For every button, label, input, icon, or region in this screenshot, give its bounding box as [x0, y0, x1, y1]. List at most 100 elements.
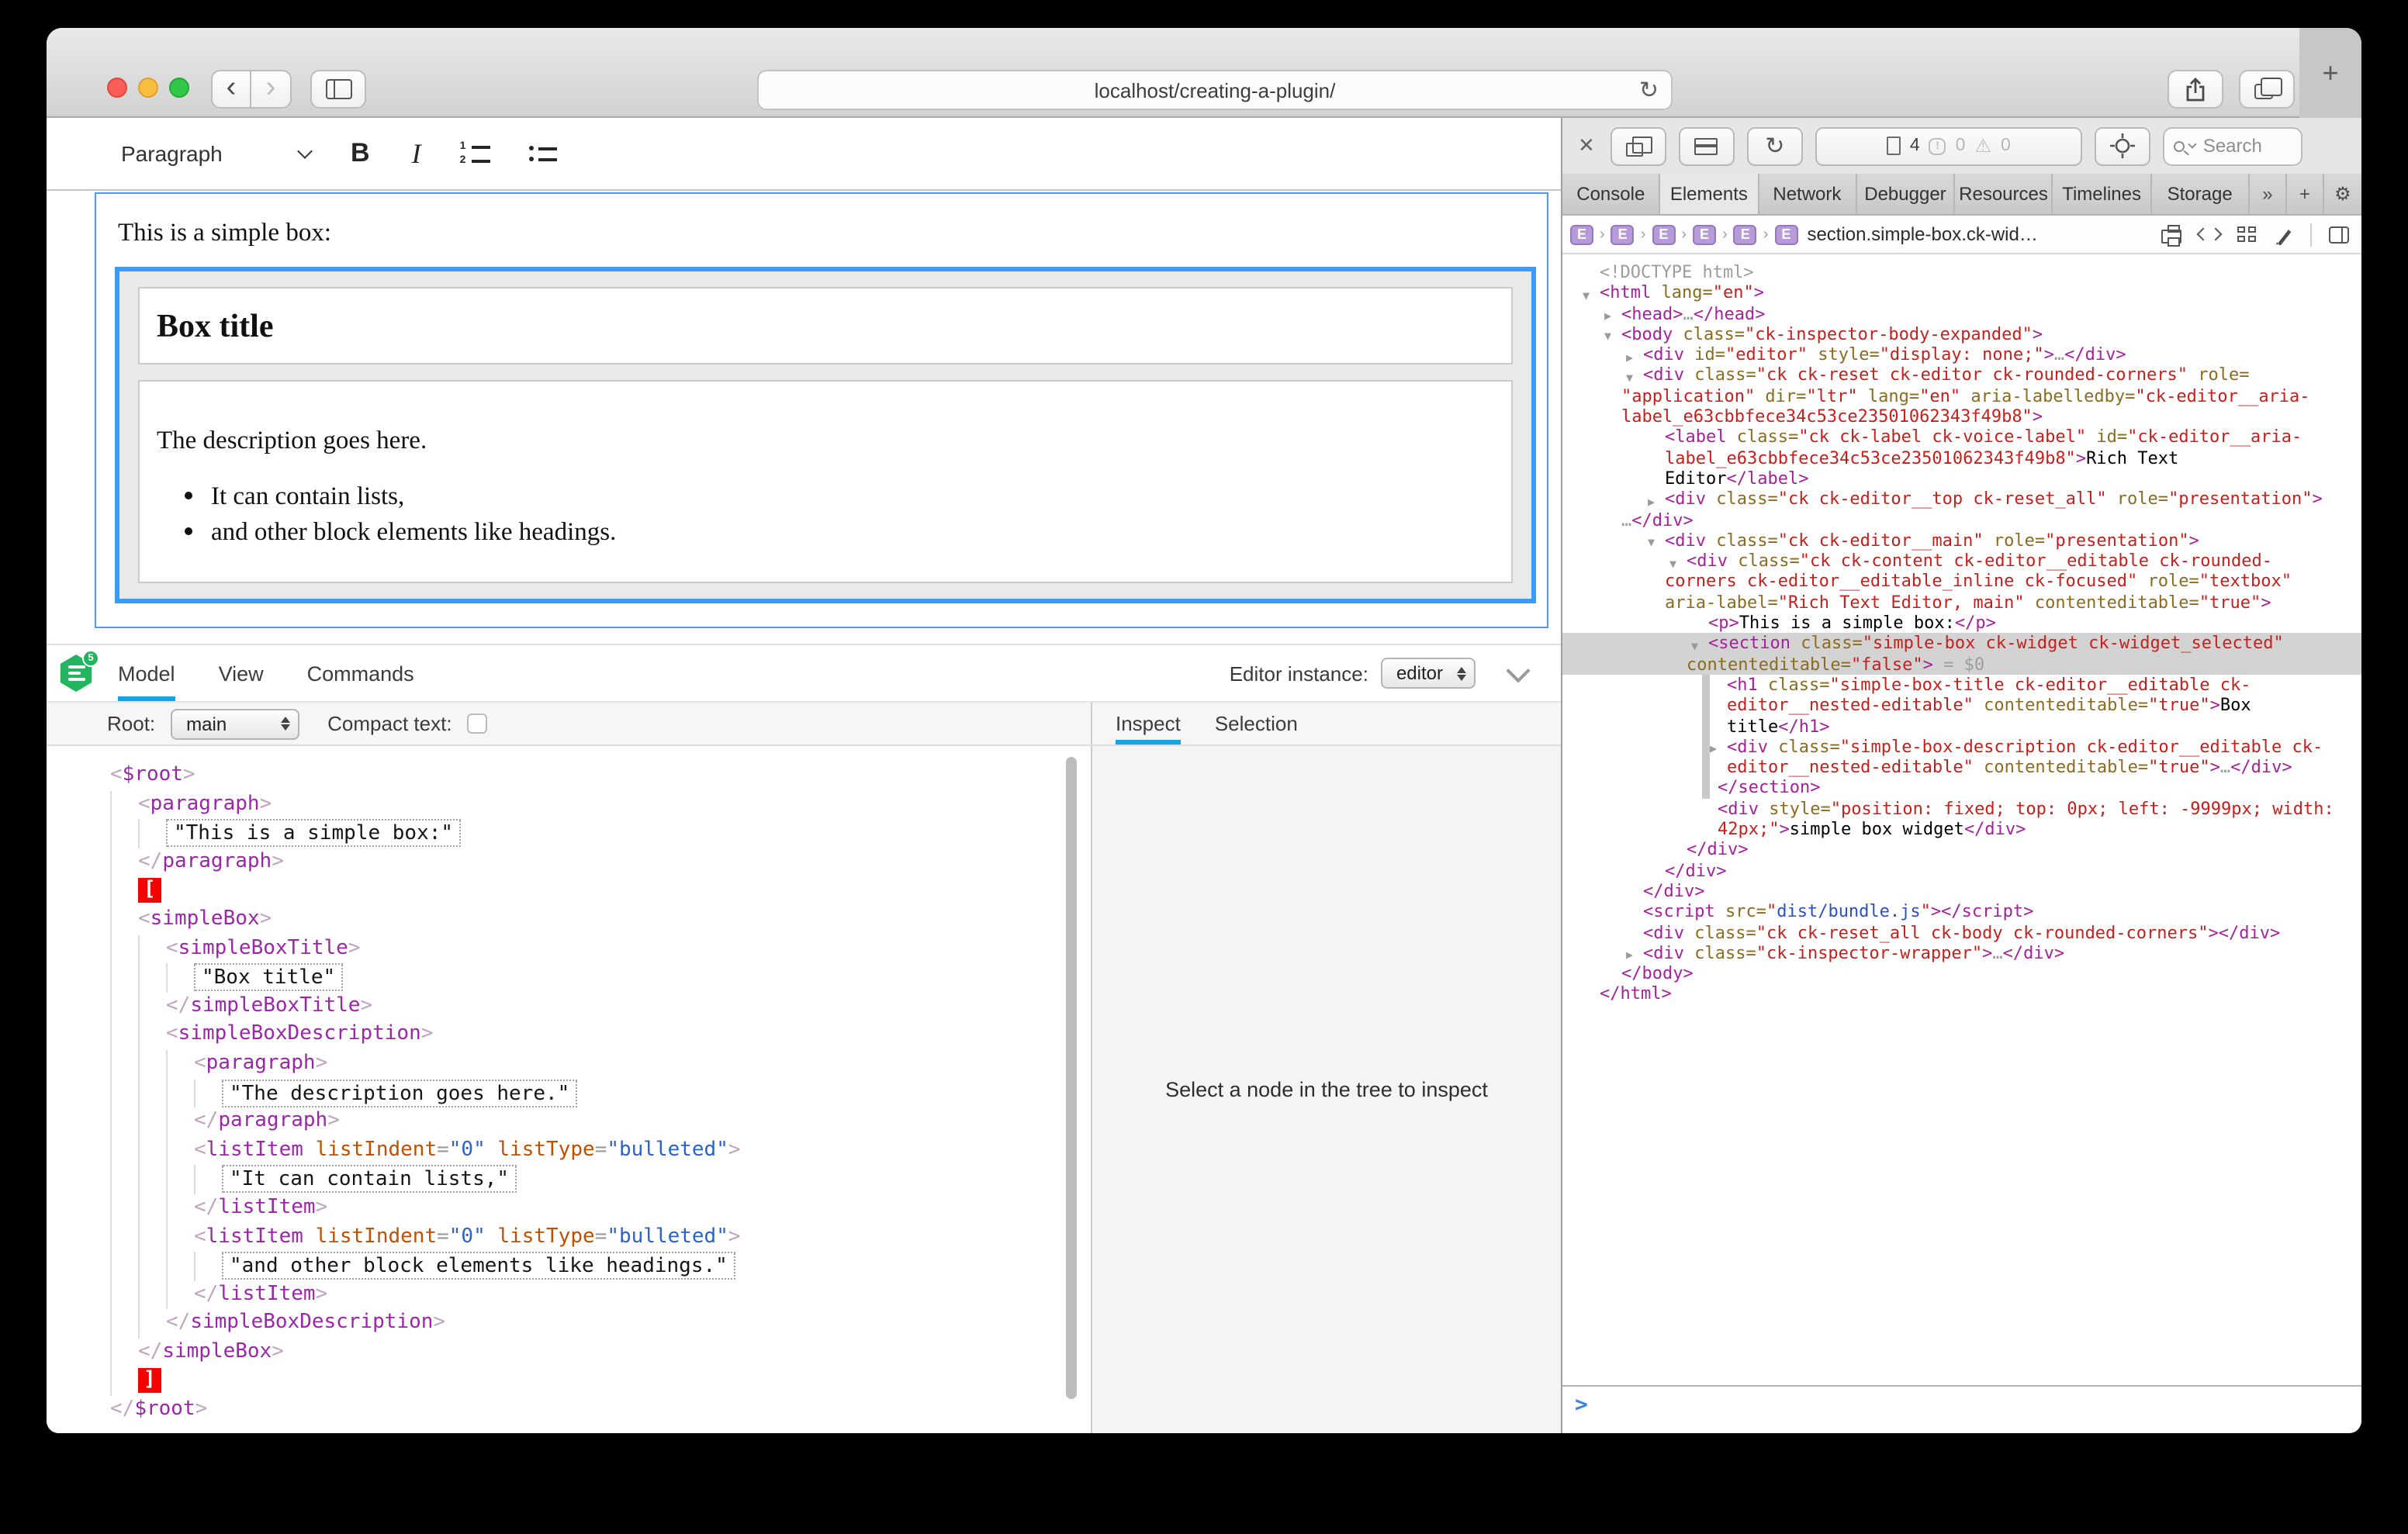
dom-tree-line[interactable]: <p>This is a simple box:</p> — [1562, 613, 2361, 634]
traffic-minimize-button[interactable] — [138, 78, 158, 98]
model-tree-line[interactable]: [ — [47, 877, 1091, 906]
disclosure-triangle-icon[interactable]: ▼ — [1583, 285, 1590, 306]
dom-tree-line[interactable]: corners ck-editor__editable_inline ck-fo… — [1562, 572, 2361, 593]
dom-tree-line[interactable]: label_e63cbbfece34c53ce23501062343f49b8"… — [1562, 447, 2361, 468]
model-tree-line[interactable]: </simpleBox> — [47, 1339, 1091, 1367]
back-button[interactable]: ‹ — [211, 70, 251, 109]
simple-box-title[interactable]: Box title — [138, 287, 1513, 364]
dom-tree-line[interactable]: ▶<div class="simple-box-description ck-e… — [1562, 737, 2361, 758]
settings-gear-icon[interactable]: ⚙ — [2324, 174, 2361, 214]
reload-icon[interactable]: ↻ — [1639, 76, 1659, 104]
dom-tree-line[interactable]: Editor</label> — [1562, 468, 2361, 489]
dom-tree-line[interactable]: <h1 class="simple-box-title ck-editor__e… — [1562, 675, 2361, 696]
bold-button[interactable]: B — [351, 138, 370, 169]
dom-tree-line[interactable]: </div> — [1562, 840, 2361, 861]
dom-tree-line[interactable]: ▼<div class="ck ck-editor__main" role="p… — [1562, 530, 2361, 551]
tab-view[interactable]: View — [219, 645, 264, 701]
model-tree-line[interactable]: </simpleBoxTitle> — [47, 993, 1091, 1021]
paint-flashing-icon[interactable] — [2273, 224, 2293, 244]
simple-box-widget[interactable]: Box title The description goes here. It … — [115, 267, 1536, 603]
collapse-inspector-icon[interactable] — [1506, 658, 1530, 682]
dom-tree-line[interactable]: <label class="ck ck-label ck-voice-label… — [1562, 427, 2361, 448]
quick-console[interactable]: > — [1562, 1385, 2361, 1433]
traffic-zoom-button[interactable] — [169, 78, 189, 98]
model-tree-line[interactable]: <paragraph> — [47, 1050, 1091, 1079]
breadcrumb-element-badge[interactable]: E — [1652, 224, 1675, 244]
editor-instance-select[interactable]: editor — [1381, 658, 1476, 689]
disclosure-triangle-icon[interactable]: ▶ — [1626, 945, 1633, 966]
dom-tree-line[interactable]: …</div> — [1562, 510, 2361, 530]
disclosure-triangle-icon[interactable]: ▶ — [1710, 739, 1717, 760]
model-tree-line[interactable]: </$root> — [47, 1396, 1091, 1425]
devtools-tab-storage[interactable]: Storage — [2151, 174, 2250, 214]
tab-inspect[interactable]: Inspect — [1116, 703, 1181, 745]
devtools-tab-elements[interactable]: Elements — [1661, 174, 1759, 214]
disclosure-triangle-icon[interactable]: ▶ — [1626, 347, 1633, 368]
print-styles-icon[interactable] — [2161, 230, 2181, 244]
code-brackets-icon[interactable] — [2199, 230, 2220, 239]
dom-tree-line[interactable]: ▼<body class="ck-inspector-body-expanded… — [1562, 324, 2361, 345]
disclosure-triangle-icon[interactable]: ▼ — [1648, 533, 1655, 554]
dock-button[interactable] — [1679, 126, 1735, 165]
model-tree-line[interactable]: <listItem listIndent="0" listType="bulle… — [47, 1136, 1091, 1165]
dom-tree-line[interactable]: <script src="dist/bundle.js"></script> — [1562, 901, 2361, 922]
resource-badges[interactable]: 4 ! 0 ⚠ 0 — [1815, 126, 2082, 165]
dom-tree-line[interactable]: contenteditable="false"> = $0 — [1562, 654, 2361, 675]
details-sidebar-icon[interactable] — [2329, 226, 2349, 243]
dom-tree-line[interactable]: ▼<html lang="en"> — [1562, 283, 2361, 304]
forward-button[interactable]: › — [251, 70, 292, 109]
reload-page-button[interactable]: ↻ — [1747, 126, 1803, 165]
dom-tree-line[interactable]: <div class="ck ck-reset_all ck-body ck-r… — [1562, 922, 2361, 943]
compact-text-checkbox[interactable] — [468, 713, 488, 734]
devtools-tab-debugger[interactable]: Debugger — [1857, 174, 1956, 214]
detach-button[interactable] — [1611, 126, 1666, 165]
dom-tree-line[interactable]: </section> — [1562, 778, 2361, 799]
url-field[interactable]: localhost/creating-a-plugin/ ↻ — [757, 70, 1673, 110]
italic-button[interactable]: I — [412, 137, 421, 170]
overflow-tabs-button[interactable]: » — [2250, 174, 2287, 214]
dom-tree-line[interactable]: </div> — [1562, 860, 2361, 881]
tab-overview-button[interactable] — [2239, 70, 2295, 109]
disclosure-triangle-icon[interactable]: ▼ — [1691, 636, 1698, 657]
heading-dropdown[interactable]: Paragraph — [121, 141, 310, 166]
model-tree-line[interactable]: <listItem listIndent="0" listType="bulle… — [47, 1223, 1091, 1252]
model-tree-line[interactable]: <simpleBoxTitle> — [47, 935, 1091, 963]
tab-commands[interactable]: Commands — [307, 645, 414, 701]
dom-tree-line[interactable]: </div> — [1562, 881, 2361, 902]
dom-tree-line[interactable]: ▼<div class="ck ck-content ck-editor__ed… — [1562, 551, 2361, 572]
devtools-tab-console[interactable]: Console — [1562, 174, 1661, 214]
devtools-tab-network[interactable]: Network — [1759, 174, 1857, 214]
disclosure-triangle-icon[interactable]: ▼ — [1626, 368, 1633, 389]
dom-tree-line[interactable]: ▼<section class="simple-box ck-widget ck… — [1562, 634, 2361, 655]
model-tree-line[interactable]: "It can contain lists," — [47, 1166, 1091, 1194]
model-tree-line[interactable]: ] — [47, 1367, 1091, 1396]
close-devtools-button[interactable]: ✕ — [1578, 133, 1595, 158]
disclosure-triangle-icon[interactable]: ▶ — [1604, 306, 1611, 326]
model-tree-line[interactable]: <simpleBoxDescription> — [47, 1021, 1091, 1050]
tab-selection[interactable]: Selection — [1215, 703, 1298, 745]
breadcrumb-element-badge[interactable]: E — [1693, 224, 1716, 244]
dom-tree-line[interactable]: ▶<head>…</head> — [1562, 303, 2361, 324]
dom-tree-line[interactable]: ▼<div class="ck ck-reset ck-editor ck-ro… — [1562, 365, 2361, 386]
traffic-close-button[interactable] — [107, 78, 127, 98]
share-button[interactable] — [2168, 70, 2223, 109]
breadcrumb-element-badge[interactable]: E — [1570, 224, 1593, 244]
model-tree-line[interactable]: </listItem> — [47, 1280, 1091, 1309]
dom-tree-line[interactable]: title</h1> — [1562, 716, 2361, 737]
model-tree-line[interactable]: </paragraph> — [47, 848, 1091, 877]
model-tree-line[interactable]: "and other block elements like headings.… — [47, 1252, 1091, 1280]
dom-tree-line[interactable]: editor__nested-editable" contenteditable… — [1562, 695, 2361, 716]
editor-paragraph[interactable]: This is a simple box: — [118, 217, 331, 248]
breadcrumb-element-badge[interactable]: E — [1611, 224, 1635, 244]
disclosure-triangle-icon[interactable]: ▶ — [1648, 492, 1655, 513]
numbered-list-button[interactable]: 1 2 — [460, 143, 491, 164]
model-tree-line[interactable]: <$root> — [47, 762, 1091, 790]
dom-tree-line[interactable]: ▶<div class="ck-inspector-wrapper">…</di… — [1562, 943, 2361, 964]
new-tab-button[interactable]: + — [2299, 28, 2361, 118]
element-picker-button[interactable] — [2095, 126, 2150, 165]
dom-tree-line[interactable]: "application" dir="ltr" lang="en" aria-l… — [1562, 386, 2361, 407]
breadcrumb-label[interactable]: section.simple-box.ck-wid… — [1807, 223, 2037, 245]
model-tree-scrollbar[interactable] — [1066, 757, 1077, 1399]
devtools-search-field[interactable]: Search — [2163, 126, 2302, 165]
model-tree-line[interactable]: <simpleBox> — [47, 906, 1091, 935]
